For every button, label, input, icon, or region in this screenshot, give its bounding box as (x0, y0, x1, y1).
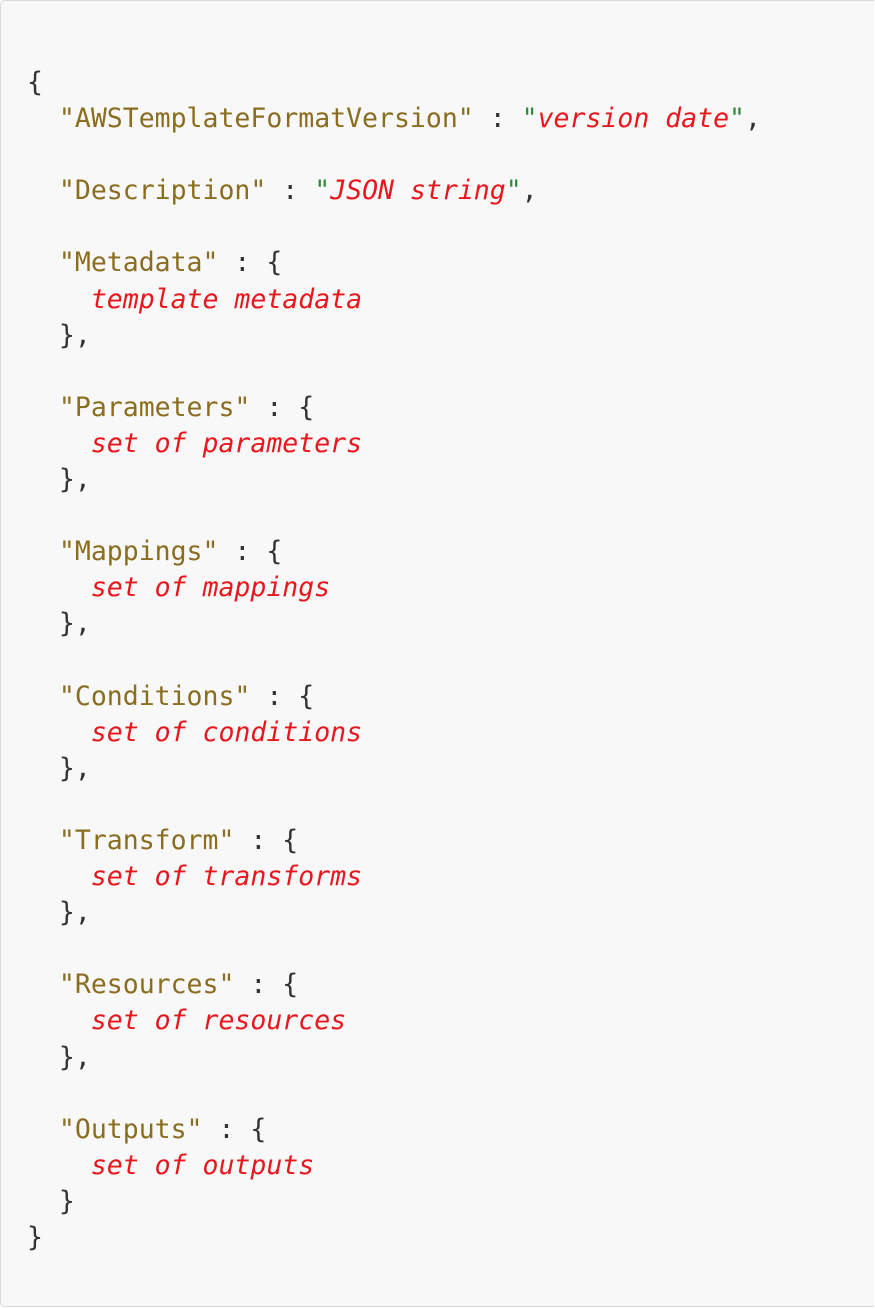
resources-key: "Resources" (58, 969, 235, 1001)
description-placeholder: JSON string (330, 175, 506, 207)
transform-placeholder: set of transforms (90, 861, 363, 893)
code-line-version: "AWSTemplateFormatVersion" : "version da… (58, 103, 761, 135)
conditions-placeholder: set of conditions (90, 716, 363, 748)
version-placeholder: version date (537, 103, 730, 135)
close-brace: } (27, 1222, 43, 1253)
section-body-line: set of resources (27, 1003, 761, 1039)
mappings-key: "Mappings" (58, 536, 219, 568)
parameters-key: "Parameters" (58, 391, 251, 423)
version-key: "AWSTemplateFormatVersion" (58, 103, 474, 135)
conditions-key: "Conditions" (58, 680, 251, 712)
section-key-line: "Parameters" : { (58, 391, 315, 423)
code-line-description: "Description" : "JSON string", (58, 175, 538, 207)
outputs-key: "Outputs" (58, 1113, 203, 1145)
code-block: { "AWSTemplateFormatVersion" : "version … (0, 0, 874, 1307)
section-body-line: set of outputs (27, 1148, 761, 1184)
section-body-line: template metadata (27, 282, 761, 318)
metadata-placeholder: template metadata (90, 283, 363, 315)
resources-placeholder: set of resources (90, 1005, 347, 1037)
parameters-placeholder: set of parameters (90, 427, 363, 459)
code-line-open: { (27, 65, 761, 101)
outputs-placeholder: set of outputs (90, 1149, 315, 1181)
section-key-line: "Conditions" : { (58, 680, 315, 712)
mappings-placeholder: set of mappings (90, 572, 331, 604)
transform-key: "Transform" (58, 824, 235, 856)
open-brace: { (27, 67, 43, 98)
code-listing: { "AWSTemplateFormatVersion" : "version … (27, 65, 761, 1256)
section-key-line: "Metadata" : { (58, 247, 283, 279)
section-body-line: set of transforms (27, 859, 761, 895)
section-key-line: "Transform" : { (58, 824, 299, 856)
section-key-line: "Mappings" : { (58, 536, 283, 568)
section-body-line: set of mappings (27, 570, 761, 606)
section-key-line: "Outputs" : { (58, 1113, 267, 1145)
metadata-key: "Metadata" (58, 247, 219, 279)
section-key-line: "Resources" : { (58, 969, 299, 1001)
description-key: "Description" (58, 175, 267, 207)
section-body-line: set of parameters (27, 426, 761, 462)
code-line-close: } (27, 1220, 761, 1256)
section-body-line: set of conditions (27, 715, 761, 751)
